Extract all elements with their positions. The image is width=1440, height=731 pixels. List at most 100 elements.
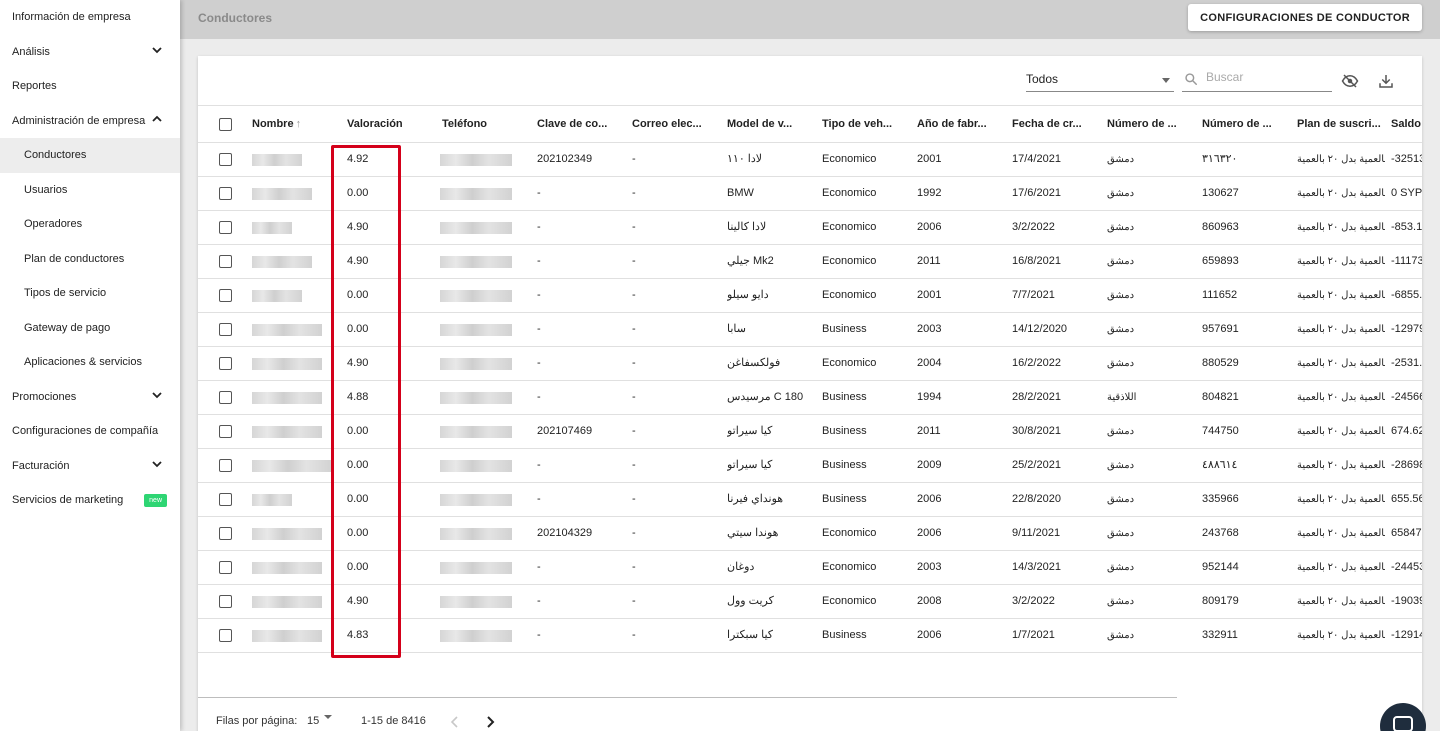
redacted-name <box>252 290 302 302</box>
redacted-name <box>252 188 312 200</box>
previous-page-icon[interactable] <box>449 715 461 729</box>
column-header[interactable]: Número de ... <box>1202 106 1287 143</box>
cell-balance: -32513 <box>1391 153 1422 165</box>
row-checkbox[interactable] <box>219 289 232 302</box>
column-header[interactable]: Correo elec... <box>632 106 717 143</box>
sidebar-item[interactable]: Configuraciones de compañía <box>0 414 180 449</box>
chevron-down-icon <box>152 46 162 53</box>
cell-city: دمشق <box>1107 630 1135 641</box>
cell-number: 957691 <box>1202 323 1239 335</box>
column-header-label: Fecha de cr... <box>1012 118 1082 130</box>
column-header[interactable]: Teléfono <box>442 106 532 143</box>
sidebar-item[interactable]: Información de empresa <box>0 0 180 35</box>
cell-date: 3/2/2022 <box>1012 221 1055 233</box>
visibility-off-icon[interactable] <box>1341 72 1359 90</box>
row-checkbox[interactable] <box>219 425 232 438</box>
sidebar-item[interactable]: Conductores <box>0 138 180 173</box>
sidebar-item[interactable]: Plan de conductores <box>0 242 180 277</box>
redacted-name <box>252 460 332 472</box>
column-header[interactable]: Clave de co... <box>537 106 622 143</box>
column-header[interactable]: Plan de suscri... <box>1297 106 1385 143</box>
row-checkbox[interactable] <box>219 595 232 608</box>
cell-date: 25/2/2021 <box>1012 459 1061 471</box>
row-checkbox[interactable] <box>219 153 232 166</box>
cell-number: 332911 <box>1202 629 1238 641</box>
column-header[interactable]: Número de ... <box>1107 106 1192 143</box>
cell-city: دمشق <box>1107 256 1135 267</box>
sidebar-item[interactable]: Gateway de pago <box>0 311 180 346</box>
search-input[interactable] <box>1206 70 1326 84</box>
cell-key: - <box>537 561 541 573</box>
row-checkbox[interactable] <box>219 323 232 336</box>
cell-balance: -24453 <box>1391 561 1422 573</box>
cell-type: Economico <box>822 595 877 607</box>
cell-date: 3/2/2022 <box>1012 595 1055 607</box>
row-checkbox[interactable] <box>219 357 232 370</box>
cell-number: 111652 <box>1202 289 1238 301</box>
sidebar-item[interactable]: Facturación <box>0 449 180 484</box>
cell-model: لادا كالينا <box>727 221 767 233</box>
cell-plan: بالعمية بدل ٢٠ بالعمية <box>1297 358 1385 369</box>
redacted-phone <box>440 324 512 336</box>
next-page-icon[interactable] <box>484 715 496 729</box>
cell-email: - <box>632 221 636 233</box>
cell-city: دمشق <box>1107 188 1135 199</box>
rating-column-highlight <box>331 145 401 658</box>
redacted-name <box>252 256 312 268</box>
sidebar-item[interactable]: Promociones <box>0 380 180 415</box>
cell-model: دوغان <box>727 561 755 573</box>
cell-model: جيلي Mk2 <box>727 255 774 267</box>
status-filter-value: Todos <box>1026 72 1059 86</box>
rows-per-page-select[interactable]: 15 <box>307 715 319 727</box>
redacted-phone <box>440 494 512 506</box>
cell-key: - <box>537 357 541 369</box>
cell-date: 17/6/2021 <box>1012 187 1061 199</box>
cell-city: دمشق <box>1107 562 1135 573</box>
column-header[interactable]: Model de v... <box>727 106 812 143</box>
row-checkbox[interactable] <box>219 561 232 574</box>
column-header[interactable]: Fecha de cr... <box>1012 106 1097 143</box>
row-checkbox[interactable] <box>219 221 232 234</box>
column-header[interactable]: Saldo <box>1391 106 1422 143</box>
column-header-label: Nombre <box>252 118 294 130</box>
chat-launcher-button[interactable] <box>1380 703 1426 731</box>
row-checkbox[interactable] <box>219 391 232 404</box>
cell-model: دايو سيلو <box>727 289 769 301</box>
row-checkbox[interactable] <box>219 629 232 642</box>
sidebar-item[interactable]: Análisis <box>0 35 180 70</box>
sidebar-item[interactable]: Reportes <box>0 69 180 104</box>
sidebar-item[interactable]: Usuarios <box>0 173 180 208</box>
row-checkbox[interactable] <box>219 527 232 540</box>
row-checkbox[interactable] <box>219 493 232 506</box>
column-header[interactable]: Valoración <box>347 106 437 143</box>
row-checkbox[interactable] <box>219 187 232 200</box>
redacted-phone <box>440 528 512 540</box>
column-header[interactable]: Nombre ↑ <box>252 106 326 143</box>
row-checkbox[interactable] <box>219 255 232 268</box>
sidebar-item[interactable]: Tipos de servicio <box>0 276 180 311</box>
status-filter-select[interactable]: Todos <box>1026 66 1174 92</box>
sidebar-item-label: Aplicaciones & servicios <box>24 356 142 368</box>
sidebar-item[interactable]: Administración de empresa <box>0 104 180 139</box>
cell-number: 744750 <box>1202 425 1239 437</box>
sidebar-item[interactable]: Operadores <box>0 207 180 242</box>
download-icon[interactable] <box>1377 72 1395 90</box>
sidebar-item[interactable]: Servicios de marketing new <box>0 483 180 518</box>
search-box[interactable] <box>1182 66 1332 92</box>
column-header-label: Teléfono <box>442 118 488 130</box>
cell-plan: بالعمية بدل ٢٠ بالعمية <box>1297 188 1385 199</box>
sidebar-item[interactable]: Aplicaciones & servicios <box>0 345 180 380</box>
chevron-down-icon <box>152 460 162 467</box>
redacted-phone <box>440 290 512 302</box>
column-header[interactable]: Año de fabr... <box>917 106 1002 143</box>
redacted-name <box>252 426 322 438</box>
redacted-name <box>252 222 292 234</box>
cell-number: 952144 <box>1202 561 1239 573</box>
row-checkbox[interactable] <box>219 459 232 472</box>
redacted-name <box>252 324 322 336</box>
cell-plan: بالعمية بدل ٢٠ بالعمية <box>1297 460 1385 471</box>
redacted-phone <box>440 222 512 234</box>
column-header[interactable]: Tipo de veh... <box>822 106 907 143</box>
driver-settings-button[interactable]: CONFIGURACIONES DE CONDUCTOR <box>1188 4 1422 31</box>
select-all-checkbox[interactable] <box>219 118 232 131</box>
